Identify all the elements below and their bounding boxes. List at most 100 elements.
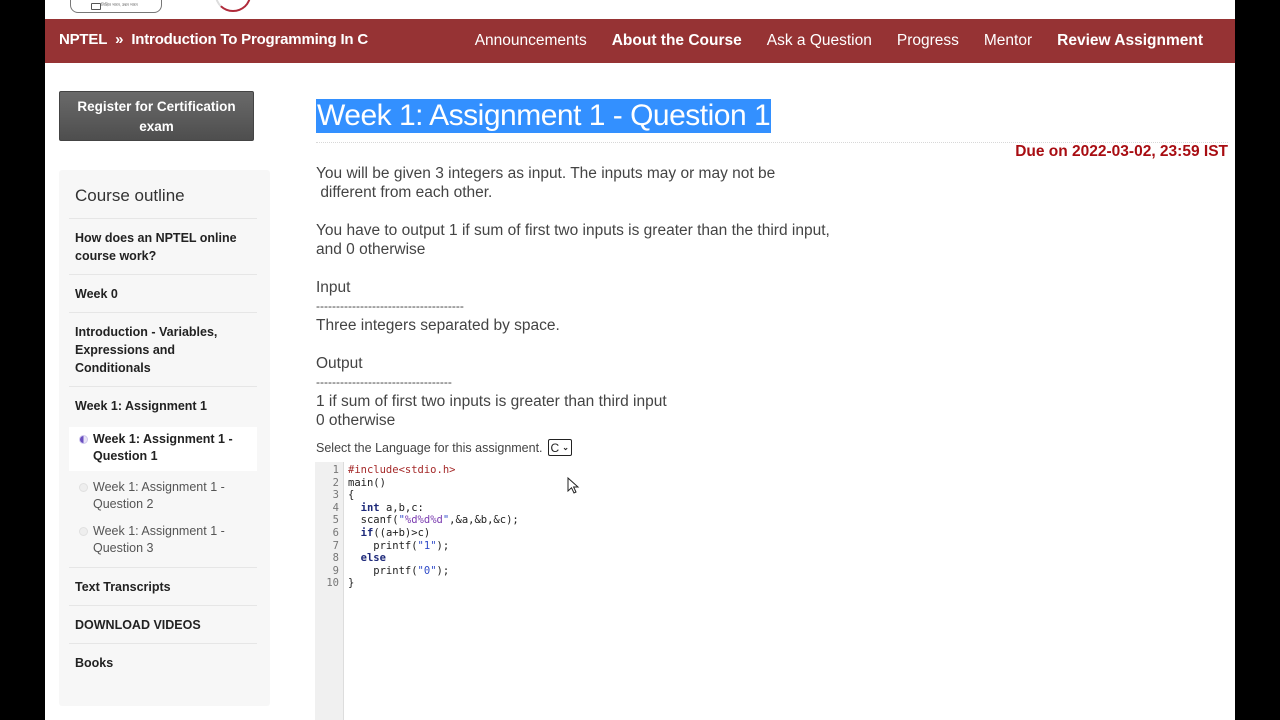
- nav-about-the-course[interactable]: About the Course: [612, 32, 742, 50]
- line-number: 2: [332, 476, 339, 489]
- line-number: 8: [332, 552, 339, 565]
- outline-item-week-1-assignment[interactable]: Week 1: Assignment 1: [69, 386, 257, 427]
- logo-strip: शिक्षित भारत, उन्नत भारत: [45, 0, 1235, 19]
- line-number: 10: [326, 577, 339, 590]
- question-para-1-line-2: different from each other.: [316, 184, 493, 201]
- outline-subitem-question-1[interactable]: Week 1: Assignment 1 - Question 1: [69, 427, 257, 471]
- course-outline-list: How does an NPTEL online course work? We…: [69, 218, 257, 681]
- code-line[interactable]: 3{: [315, 489, 519, 502]
- code-token: printf(: [348, 564, 418, 577]
- line-number: 9: [332, 564, 339, 577]
- outline-subitem-question-2[interactable]: Week 1: Assignment 1 - Question 2: [69, 475, 257, 519]
- outline-item-week-0[interactable]: Week 0: [69, 274, 257, 312]
- question-text: You will be given 3 integers as input. T…: [316, 164, 916, 430]
- nav-mentor[interactable]: Mentor: [984, 32, 1032, 50]
- code-token: ,&a,&b,&c);: [449, 514, 519, 527]
- code-line[interactable]: 10}: [315, 577, 519, 590]
- outline-item-text-transcripts[interactable]: Text Transcripts: [69, 567, 257, 605]
- outline-subitem-label: Week 1: Assignment 1 - Question 1: [93, 432, 233, 463]
- outline-item-download-videos[interactable]: DOWNLOAD VIDEOS: [69, 605, 257, 643]
- outline-item-introduction[interactable]: Introduction - Variables, Expressions an…: [69, 312, 257, 386]
- course-outline: Course outline How does an NPTEL online …: [59, 170, 270, 706]
- code-token: #include<stdio.h>: [348, 464, 456, 476]
- line-number: 4: [332, 501, 339, 514]
- institute-seal-icon: [215, 0, 251, 12]
- language-select[interactable]: C ⌄: [547, 439, 572, 456]
- top-navbar: NPTEL » Introduction To Programming In C A…: [45, 19, 1235, 63]
- nav-review-assignment[interactable]: Review Assignment: [1057, 32, 1203, 50]
- output-heading: Output: [316, 355, 363, 372]
- code-line[interactable]: 7 printf("1");: [315, 540, 519, 553]
- output-rule: ----------------------------------: [316, 375, 452, 389]
- code-token: ((a+b)>c): [373, 526, 431, 539]
- nav-announcements[interactable]: Announcements: [475, 32, 587, 50]
- mouse-cursor-icon: [567, 476, 580, 494]
- code-token: "1": [417, 539, 437, 552]
- progress-half-icon: [79, 435, 88, 444]
- breadcrumb: NPTEL » Introduction To Programming In C: [59, 31, 368, 48]
- code-line[interactable]: 8 else: [315, 552, 519, 565]
- outline-item-how-nptel-works[interactable]: How does an NPTEL online course work?: [69, 218, 257, 274]
- nav-progress[interactable]: Progress: [897, 32, 959, 50]
- line-number: 7: [332, 539, 339, 552]
- breadcrumb-course[interactable]: Introduction To Programming In C: [131, 31, 368, 48]
- code-area[interactable]: 1 #include<stdio.h> 2 main() 3{4 int a,b,c: 5…: [315, 464, 519, 590]
- language-label: Select the Language for this assignment.: [316, 440, 543, 455]
- chevron-down-icon: ⌄: [562, 442, 569, 452]
- code-line[interactable]: 6 if ((a+b)>c): [315, 527, 519, 540]
- outline-subitem-label: Week 1: Assignment 1 - Question 2: [93, 480, 225, 511]
- output-line-1: 1 if sum of first two inputs is greater …: [316, 393, 667, 410]
- language-selected-value: C: [550, 440, 560, 455]
- nav-links: Announcements About the Course Ask a Que…: [475, 32, 1203, 50]
- language-row: Select the Language for this assignment.…: [316, 439, 572, 456]
- code-token: );: [436, 564, 450, 577]
- code-line[interactable]: 9 printf("0");: [315, 565, 519, 578]
- question-para-2-line-2: and 0 otherwise: [316, 241, 426, 258]
- course-outline-title: Course outline: [75, 186, 185, 205]
- progress-empty-icon: [79, 483, 88, 492]
- code-line[interactable]: 5 scanf(" %d%d%d " ,&a,&b,&c);: [315, 514, 519, 527]
- code-token: int: [360, 501, 380, 514]
- nav-ask-a-question[interactable]: Ask a Question: [767, 32, 872, 50]
- register-certification-button[interactable]: Register for Certification exam: [59, 91, 254, 141]
- breadcrumb-separator: »: [115, 31, 124, 48]
- code-token: }: [348, 577, 355, 590]
- code-token: printf(: [348, 539, 418, 552]
- output-line-2: 0 otherwise: [316, 412, 396, 429]
- line-number: 6: [332, 526, 339, 539]
- outline-subitem-question-3[interactable]: Week 1: Assignment 1 - Question 3: [69, 519, 257, 567]
- code-token: {: [348, 489, 355, 502]
- input-rule: -------------------------------------: [316, 299, 464, 313]
- page: शिक्षित भारत, उन्नत भारत NPTEL » Introduct…: [45, 0, 1235, 720]
- code-token: %d%d%d: [404, 514, 443, 527]
- code-token: if: [360, 526, 374, 539]
- input-description: Three integers separated by space.: [316, 317, 560, 334]
- progress-empty-icon: [79, 527, 88, 536]
- breadcrumb-nptel[interactable]: NPTEL: [59, 31, 107, 48]
- code-line[interactable]: 4 int a,b,c:: [315, 502, 519, 515]
- code-token: scanf(: [348, 514, 399, 527]
- question-para-1-line-1: You will be given 3 integers as input. T…: [316, 165, 776, 182]
- logo-tagline: शिक्षित भारत, उन्नत भारत: [101, 2, 138, 7]
- outline-item-books[interactable]: Books: [69, 643, 257, 681]
- plug-icon: [91, 3, 101, 10]
- nptel-logo[interactable]: शिक्षित भारत, उन्नत भारत: [70, 0, 162, 13]
- code-token: a,b,c:: [379, 501, 424, 514]
- code-line[interactable]: 2 main(): [315, 477, 519, 490]
- due-date: Due on 2022-03-02, 23:59 IST: [1015, 143, 1228, 160]
- line-number: 1: [332, 464, 339, 476]
- code-token: else: [360, 552, 386, 565]
- line-number: 5: [332, 514, 339, 527]
- question-para-2-line-1: You have to output 1 if sum of first two…: [316, 222, 830, 239]
- code-token: );: [436, 539, 450, 552]
- code-line[interactable]: 1 #include<stdio.h>: [315, 464, 519, 477]
- input-heading: Input: [316, 279, 351, 296]
- line-number: 3: [332, 489, 339, 502]
- page-title: Week 1: Assignment 1 - Question 1: [316, 99, 772, 133]
- code-token: main(): [348, 476, 386, 489]
- code-token: "0": [417, 564, 437, 577]
- code-editor[interactable]: 1 #include<stdio.h> 2 main() 3{4 int a,b,c: 5…: [315, 462, 1230, 720]
